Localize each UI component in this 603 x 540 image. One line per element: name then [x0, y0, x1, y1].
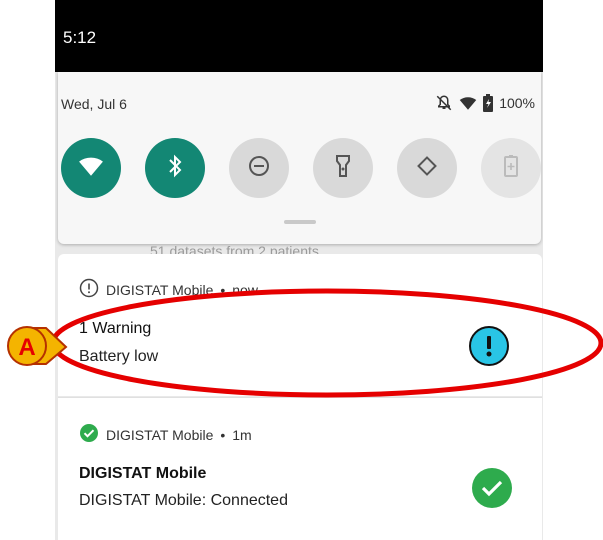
drag-handle[interactable] — [284, 220, 316, 224]
peek-text: 51 datasets from 2 patients — [150, 244, 319, 254]
check-circle-icon — [472, 468, 512, 508]
notification-app-name: DIGISTAT Mobile — [106, 426, 214, 443]
callout-label: A — [18, 334, 35, 361]
warning-icon — [469, 326, 509, 366]
notification-shade: 5:12 Wed, Jul 6 100% 51 datasets from 2 … — [55, 0, 543, 540]
wifi-status-icon — [459, 95, 477, 111]
notification-connected[interactable]: DIGISTAT Mobile • 1m DIGISTAT Mobile DIG… — [58, 397, 542, 540]
tile-bluetooth[interactable] — [145, 138, 205, 198]
notification-app-name: DIGISTAT Mobile — [106, 281, 214, 298]
separator-dot: • — [220, 426, 226, 443]
status-icons: 100% — [435, 94, 535, 112]
tile-do-not-disturb[interactable] — [229, 138, 289, 198]
notification-header: DIGISTAT Mobile • 1m — [79, 423, 252, 446]
battery-saver-icon — [504, 154, 518, 182]
quick-settings-tiles — [58, 138, 541, 198]
notification-time: 1m — [232, 426, 252, 443]
check-small-icon — [79, 423, 99, 446]
clock: 5:12 — [63, 28, 97, 47]
flashlight-icon — [335, 154, 351, 183]
notification-body: DIGISTAT Mobile: Connected — [79, 492, 288, 509]
do-not-disturb-icon — [247, 154, 271, 183]
tile-flashlight[interactable] — [313, 138, 373, 198]
tile-wifi[interactable] — [61, 138, 121, 198]
silent-bell-icon — [435, 94, 453, 112]
notification-warning[interactable]: DIGISTAT Mobile • now 1 Warning Battery … — [58, 254, 542, 396]
battery-status-icon — [483, 94, 494, 112]
notification-title: DIGISTAT Mobile — [79, 465, 207, 482]
date-label[interactable]: Wed, Jul 6 — [61, 96, 127, 112]
notification-header: DIGISTAT Mobile • now — [79, 278, 258, 301]
notification-body: Battery low — [79, 348, 159, 365]
quick-settings-panel: Wed, Jul 6 100% — [58, 72, 541, 244]
notification-title: 1 Warning — [79, 320, 152, 337]
auto-rotate-icon — [415, 154, 439, 183]
notification-time: now — [232, 281, 258, 298]
info-outline-icon — [79, 278, 99, 301]
bluetooth-icon — [166, 154, 184, 183]
tile-auto-rotate[interactable] — [397, 138, 457, 198]
status-bar: 5:12 — [55, 0, 543, 72]
wifi-icon — [78, 155, 104, 182]
battery-percent: 100% — [499, 95, 535, 111]
tile-battery-saver[interactable] — [481, 138, 541, 198]
separator-dot: • — [220, 281, 226, 298]
